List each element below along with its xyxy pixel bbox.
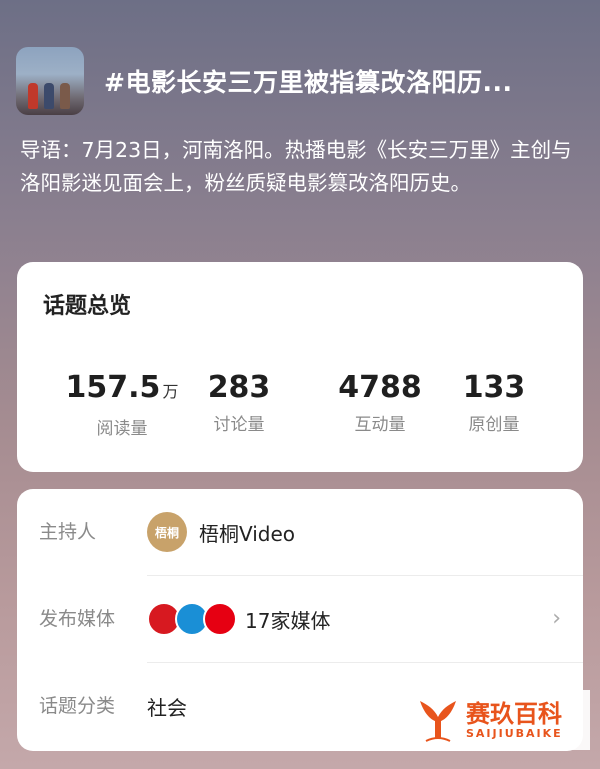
whale-tail-logo-icon <box>420 701 456 742</box>
watermark-cn: 赛玖百科 <box>466 699 562 728</box>
stat-value: 283 <box>207 370 271 405</box>
stat-reads: 157.5 万 阅读量 <box>57 370 187 439</box>
thumbnail-figure <box>28 83 38 109</box>
host-name[interactable]: 梧桐Video <box>199 518 295 547</box>
topic-intro: 导语：7月23日，河南洛阳。热播电影《长安三万里》主创与洛阳影迷见面会上，粉丝质… <box>20 138 572 195</box>
media-logo-icon <box>203 602 237 636</box>
stat-discussions: 283 讨论量 <box>174 370 304 435</box>
media-label: 发布媒体 <box>39 608 116 630</box>
stat-label: 原创量 <box>468 415 520 435</box>
topic-overview-card: 话题总览 157.5 万 阅读量 283 讨论量 4788 互动量 133 原创量 <box>17 262 583 472</box>
host-row[interactable]: 主持人 梧桐 梧桐Video <box>17 489 583 575</box>
media-count: 17家媒体 <box>245 608 331 633</box>
watermark: 赛玖百科 SAIJIUBAIKE <box>410 690 590 750</box>
category-value: 社会 <box>147 695 187 720</box>
stat-value: 4788 <box>338 370 422 405</box>
stat-interactions: 4788 互动量 <box>315 370 445 435</box>
category-label: 话题分类 <box>39 695 116 717</box>
topic-header: #电影长安三万里被指篡改洛阳历... <box>16 46 586 116</box>
overview-title: 话题总览 <box>43 294 132 319</box>
stat-originals: 133 原创量 <box>429 370 559 435</box>
topic-thumbnail[interactable] <box>16 47 84 115</box>
stat-value: 157.5 <box>65 370 161 405</box>
topic-title: #电影长安三万里被指篡改洛阳历... <box>104 68 513 97</box>
chevron-right-icon[interactable]: › <box>552 606 561 631</box>
host-label: 主持人 <box>39 521 97 543</box>
host-avatar[interactable]: 梧桐 <box>147 512 187 552</box>
stat-value: 133 <box>462 370 526 405</box>
media-row[interactable]: 发布媒体 17家媒体 › <box>17 576 583 662</box>
thumbnail-figure <box>44 83 54 109</box>
stat-label: 阅读量 <box>96 419 148 439</box>
thumbnail-figure <box>60 83 70 109</box>
stat-label: 互动量 <box>354 415 406 435</box>
stat-label: 讨论量 <box>213 415 265 435</box>
media-logos <box>147 602 237 636</box>
watermark-en: SAIJIUBAIKE <box>466 726 563 740</box>
